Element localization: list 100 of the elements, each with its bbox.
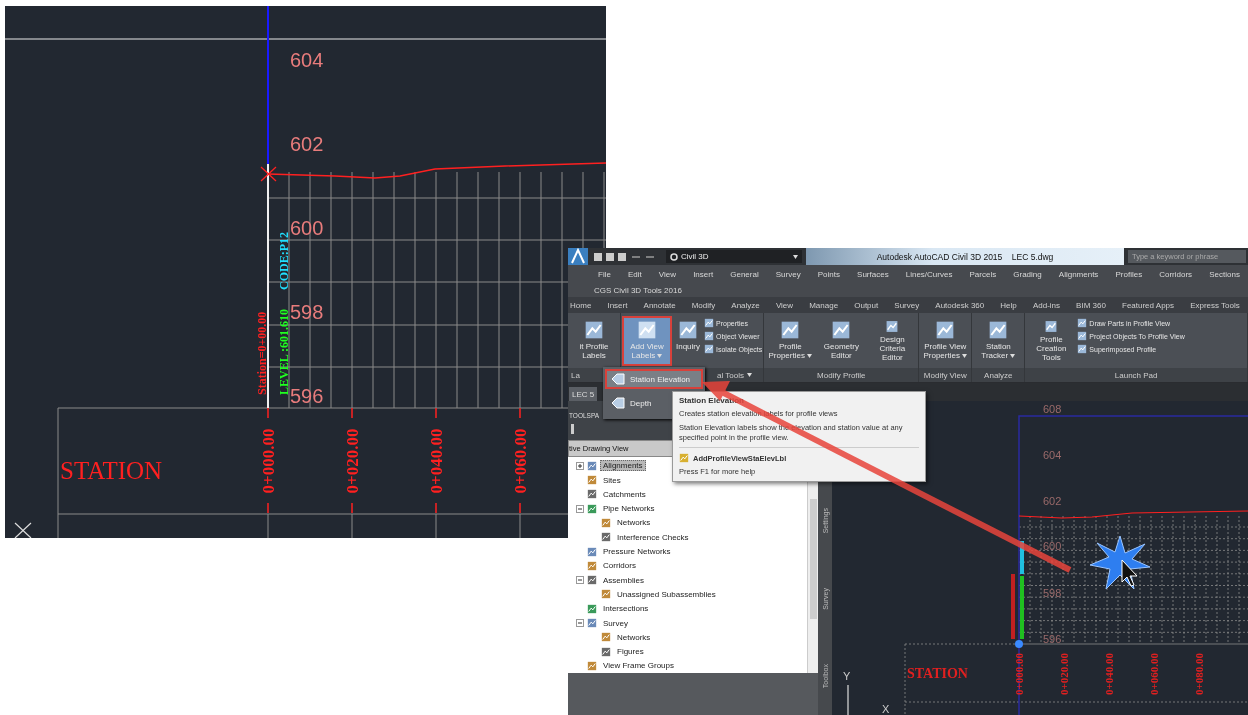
ucs-x-icon (14, 522, 32, 538)
collapse-icon[interactable] (576, 576, 584, 585)
tree-item[interactable]: Networks (614, 517, 654, 529)
ribbon-button[interactable]: Profile Creation Tools (1026, 316, 1077, 366)
ribbon-tab[interactable]: Manage (807, 298, 841, 312)
menu-item[interactable]: View (658, 269, 677, 279)
document-tab[interactable]: LEC 5 (569, 387, 598, 401)
ribbon-tab[interactable]: Autodesk 360 (933, 298, 987, 312)
panel-title: Modify View (919, 368, 972, 382)
tree-item[interactable]: Alignments (600, 460, 646, 472)
menu-item[interactable]: File (598, 269, 611, 279)
row-title: STATION (907, 666, 968, 681)
tree-item[interactable]: Survey (600, 617, 631, 629)
row-title: STATION (60, 457, 163, 484)
tree-item-icon (587, 460, 597, 471)
elevation-label: 602 (290, 133, 324, 155)
menu-item[interactable]: Parcels (969, 269, 997, 279)
ribbon-tab[interactable]: View (773, 298, 796, 312)
toolspace-icon[interactable] (570, 423, 576, 436)
menu-item[interactable]: Surfaces (857, 269, 889, 279)
expand-icon[interactable] (576, 461, 584, 470)
ribbon-button[interactable]: Profile Properties (765, 316, 816, 366)
tree-item[interactable]: Pressure Networks (600, 546, 674, 558)
menu-item[interactable]: Station Elevation (605, 369, 703, 389)
tree-item[interactable]: Figures (614, 646, 647, 658)
caret-icon (747, 373, 752, 377)
tree-item[interactable]: Pipe Networks (600, 503, 658, 515)
tree-item[interactable]: Unassigned Subassemblies (614, 588, 719, 600)
app-logo-icon[interactable] (568, 248, 588, 265)
ribbon-tab[interactable]: Insert (605, 298, 630, 312)
menu-item[interactable]: Profiles (1115, 269, 1143, 279)
ribbon-tab[interactable]: Modify (689, 298, 718, 312)
collapse-icon[interactable] (576, 619, 584, 628)
menu-item[interactable]: General (730, 269, 759, 279)
elevation-label: 604 (290, 49, 324, 71)
workspace-dropdown[interactable]: Civil 3D (666, 250, 802, 263)
point-label: CODE:P12 (277, 232, 291, 290)
caret-icon (793, 254, 798, 259)
station-label: 0+020.00 (1058, 653, 1070, 695)
menu-item[interactable]: Edit (627, 269, 642, 279)
tree-item[interactable]: Intersections (600, 603, 652, 615)
profile-tool-icon (678, 320, 698, 340)
tool-icon (1077, 331, 1088, 341)
x-mark-icon (260, 166, 277, 182)
ribbon-tab[interactable]: Add-ins (1030, 298, 1062, 312)
menu-item[interactable]: Corridors (1159, 269, 1193, 279)
ribbon-tab[interactable]: Survey (892, 298, 922, 312)
cursor-icon (1121, 559, 1138, 587)
collapse-icon[interactable] (576, 504, 584, 513)
menu-item[interactable]: Points (817, 269, 840, 279)
ribbon-tab[interactable]: Analyze (729, 298, 762, 312)
image-icon (679, 453, 689, 463)
tree-item-icon (587, 546, 597, 557)
window-title: Autodesk AutoCAD Civil 3D 2015 LEC 5.dwg (806, 248, 1124, 265)
tree-item[interactable]: Networks (614, 631, 654, 643)
tree-item[interactable]: Sites (600, 474, 624, 486)
menu-item[interactable]: Alignments (1058, 269, 1099, 279)
axis-label: X (882, 703, 890, 715)
tree-item-icon (587, 475, 597, 486)
elevation-label: 600 (1043, 540, 1062, 552)
tool-icon (1077, 344, 1088, 354)
station-label: 0+040.00 (1103, 653, 1115, 695)
ribbon-button[interactable]: it Profile Labels (569, 316, 619, 366)
menu-item[interactable]: Sections (1209, 269, 1240, 279)
panel-title: Analyze (972, 368, 1025, 382)
ribbon-button[interactable]: Profile View Properties (920, 316, 971, 366)
ribbon-tab[interactable]: Annotate (641, 298, 678, 312)
menu-item[interactable]: Lines/Curves (905, 269, 953, 279)
tree-item-icon (587, 618, 597, 629)
tree-item[interactable]: Interference Checks (614, 531, 692, 543)
elevation-label: 602 (1043, 495, 1062, 507)
ribbon-tab[interactable]: Help (998, 298, 1019, 312)
grip-point[interactable] (1015, 640, 1023, 648)
profile-tool-icon (637, 320, 657, 340)
ribbon-button[interactable]: Station Tracker (973, 316, 1024, 366)
ribbon-tab[interactable]: Home (568, 298, 594, 312)
ribbon-tab[interactable]: Output (852, 298, 881, 312)
ribbon-button[interactable]: Design Criteria Editor (867, 316, 918, 366)
menu-item[interactable]: Grading (1013, 269, 1042, 279)
station-label: 0+060.00 (1148, 653, 1160, 695)
menu-item[interactable]: Survey (775, 269, 801, 279)
tree-item-icon (601, 517, 611, 528)
tree-item[interactable]: View Frame Groups (600, 660, 677, 672)
tag-icon (611, 397, 625, 409)
profile-tool-icon (780, 320, 801, 340)
tree-item[interactable]: Corridors (600, 560, 639, 572)
ribbon-tab[interactable]: Express Tools (1188, 298, 1242, 312)
elevation-label: 598 (290, 301, 324, 323)
menu-item[interactable]: Insert (693, 269, 714, 279)
tree-item-icon (601, 589, 611, 600)
station-label: 0+060.00 (511, 428, 530, 494)
ribbon-tab[interactable]: Featured Apps (1120, 298, 1177, 312)
ribbon-tab[interactable]: BIM 360 (1074, 298, 1108, 312)
ribbon-button[interactable]: Inquiry (673, 316, 703, 366)
menu-item[interactable]: CGS Civil 3D Tools 2016 (594, 285, 682, 295)
point-label: LEVEL :601.610 (277, 309, 291, 395)
tree-item[interactable]: Assemblies (600, 574, 647, 586)
point-label: Station=0+00.00 (255, 311, 269, 395)
ribbon-button[interactable]: Geometry Editor (816, 316, 867, 366)
tree-item[interactable]: Catchments (600, 488, 649, 500)
